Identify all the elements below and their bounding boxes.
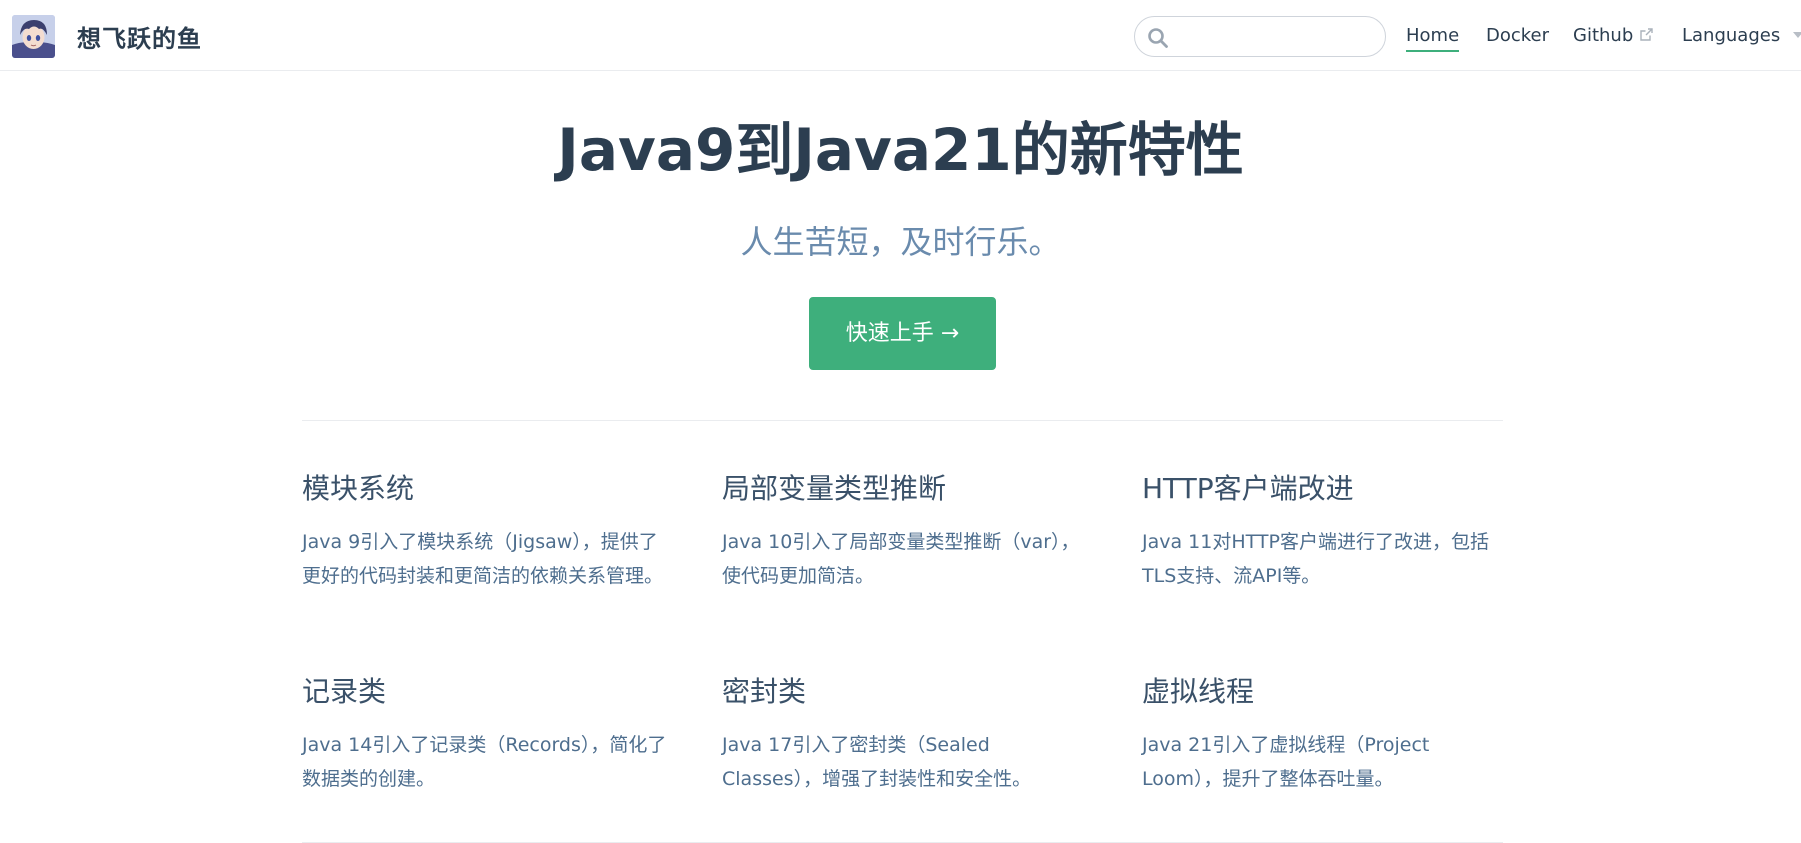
get-started-button[interactable]: 快速上手 → — [809, 297, 996, 370]
divider — [302, 420, 1503, 421]
chevron-down-icon — [1793, 32, 1801, 38]
feature-title: 模块系统 — [302, 472, 415, 505]
avatar — [12, 14, 55, 58]
nav-github[interactable]: Github — [1573, 22, 1654, 52]
site-name: 想飞跃的鱼 — [77, 24, 202, 53]
nav-languages-label: Languages — [1682, 25, 1781, 46]
feature-card: HTTP客户端改进 Java 11对HTTP客户端进行了改进，包括TLS支持、流… — [1142, 469, 1514, 593]
home-logo-link[interactable]: 想飞跃的鱼 — [12, 14, 202, 58]
hero-tagline: 人生苦短，及时行乐。 — [740, 223, 1061, 261]
nav-languages-dropdown[interactable]: Languages — [1682, 22, 1801, 52]
feature-card: 密封类 Java 17引入了密封类（Sealed Classes），增强了封装性… — [722, 672, 1094, 796]
nav-home[interactable]: Home — [1406, 22, 1460, 52]
feature-card: 局部变量类型推断 Java 10引入了局部变量类型推断（var），使代码更加简洁… — [722, 469, 1094, 593]
nav-docker[interactable]: Docker — [1486, 22, 1549, 52]
search-icon — [1148, 28, 1168, 48]
feature-details: Java 21引入了虚拟线程（Project Loom），提升了整体吞吐量。 — [1142, 734, 1430, 790]
feature-title: 局部变量类型推断 — [722, 472, 947, 505]
search-input[interactable] — [1177, 23, 1373, 51]
feature-title: 虚拟线程 — [1142, 675, 1255, 708]
external-link-icon — [1640, 28, 1653, 41]
nav-github-label: Github — [1573, 25, 1634, 46]
feature-details: Java 10引入了局部变量类型推断（var），使代码更加简洁。 — [722, 531, 1080, 587]
feature-card: 记录类 Java 14引入了记录类（Records），简化了数据类的创建。 — [302, 672, 674, 796]
feature-details: Java 9引入了模块系统（Jigsaw），提供了更好的代码封装和更简洁的依赖关… — [302, 531, 664, 587]
feature-card: 模块系统 Java 9引入了模块系统（Jigsaw），提供了更好的代码封装和更简… — [302, 469, 674, 593]
feature-details: Java 17引入了密封类（Sealed Classes），增强了封装性和安全性… — [722, 734, 1032, 790]
feature-title: 记录类 — [302, 675, 387, 708]
feature-details: Java 14引入了记录类（Records），简化了数据类的创建。 — [302, 734, 667, 790]
feature-title: HTTP客户端改进 — [1142, 472, 1354, 505]
feature-title: 密封类 — [722, 675, 807, 708]
feature-card: 虚拟线程 Java 21引入了虚拟线程（Project Loom），提升了整体吞… — [1142, 672, 1514, 796]
hero-title: Java9到Java21的新特性 — [557, 116, 1244, 184]
navbar: 想飞跃的鱼 Home Docker Github Languages — [0, 0, 1801, 71]
search-box[interactable] — [1134, 16, 1386, 57]
feature-details: Java 11对HTTP客户端进行了改进，包括TLS支持、流API等。 — [1142, 531, 1489, 587]
